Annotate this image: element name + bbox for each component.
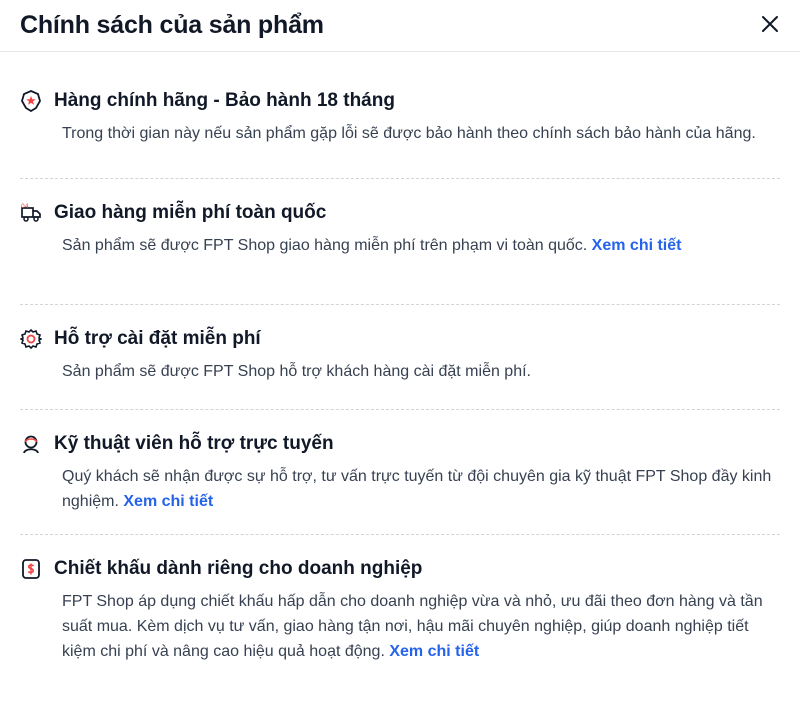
policy-list: Hàng chính hãng - Bảo hành 18 tháng Tron… (0, 52, 800, 698)
modal-title: Chính sách của sản phẩm (20, 11, 324, 39)
policy-description: Quý khách sẽ nhận được sự hỗ trợ, tư vấn… (62, 464, 782, 514)
view-details-link[interactable]: Xem chi tiết (389, 643, 479, 660)
modal-header: Chính sách của sản phẩm (0, 0, 800, 52)
policy-item-online-support: Kỹ thuật viên hỗ trợ trực tuyến Quý khác… (20, 409, 780, 534)
policy-description: Sản phẩm sẽ được FPT Shop hỗ trợ khách h… (62, 359, 782, 384)
view-details-link[interactable]: Xem chi tiết (123, 493, 213, 510)
policy-item-authentic: Hàng chính hãng - Bảo hành 18 tháng Tron… (20, 52, 780, 178)
authentic-badge-icon (20, 90, 42, 112)
policy-title: Hàng chính hãng - Bảo hành 18 tháng (54, 90, 395, 111)
close-icon (760, 14, 780, 39)
policy-title: Hỗ trợ cài đặt miễn phí (54, 328, 261, 349)
policy-title: Kỹ thuật viên hỗ trợ trực tuyến (54, 433, 334, 454)
policy-item-installation: Hỗ trợ cài đặt miễn phí Sản phẩm sẽ được… (20, 304, 780, 409)
policy-description-text: Trong thời gian này nếu sản phẩm gặp lỗi… (62, 125, 756, 142)
policy-title: Chiết khấu dành riêng cho doanh nghiệp (54, 558, 423, 579)
product-policy-modal: Chính sách của sản phẩm Hàng chính hãng … (0, 0, 800, 720)
policy-title: Giao hàng miễn phí toàn quốc (54, 202, 327, 223)
close-button[interactable] (752, 10, 788, 42)
policy-item-free-shipping: 04 Giao hàng miễn phí toàn quốc Sản phẩm… (20, 178, 780, 304)
policy-description-text: Sản phẩm sẽ được FPT Shop hỗ trợ khách h… (62, 363, 531, 380)
svg-text:04: 04 (21, 203, 29, 210)
policy-description-text: Sản phẩm sẽ được FPT Shop giao hàng miễn… (62, 237, 588, 254)
delivery-truck-icon: 04 (20, 202, 42, 224)
policy-item-business-discount: Chiết khấu dành riêng cho doanh nghiệp F… (20, 534, 780, 698)
view-details-link[interactable]: Xem chi tiết (592, 237, 682, 254)
policy-description: Sản phẩm sẽ được FPT Shop giao hàng miễn… (62, 233, 782, 258)
discount-dollar-icon (20, 558, 42, 580)
gear-icon (20, 328, 42, 350)
policy-description: FPT Shop áp dụng chiết khấu hấp dẫn cho … (62, 589, 782, 664)
support-technician-icon (20, 433, 42, 455)
policy-description: Trong thời gian này nếu sản phẩm gặp lỗi… (62, 121, 782, 146)
